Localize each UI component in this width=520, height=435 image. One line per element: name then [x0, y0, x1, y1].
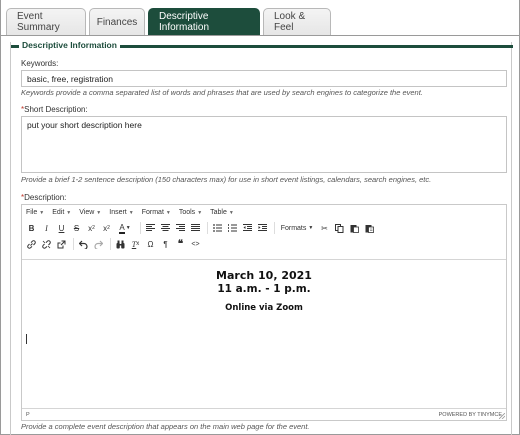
- editor-toolbar-row-1: B I U S x2 x2 A ▼ Formats ▼ ✂: [22, 220, 378, 236]
- blockquote-icon[interactable]: ❝: [174, 238, 187, 251]
- resize-handle-icon[interactable]: [499, 413, 505, 419]
- toolbar-separator: [110, 238, 111, 250]
- keywords-label: Keywords:: [21, 59, 59, 68]
- editor-toolbar-row-2: Tx Ω ¶ ❝ <>: [22, 236, 204, 252]
- subscript-icon[interactable]: x2: [85, 222, 98, 235]
- formats-label: Formats: [280, 224, 307, 232]
- align-center-icon[interactable]: [159, 222, 172, 235]
- superscript-icon[interactable]: x2: [100, 222, 113, 235]
- event-time: 11 a.m. - 1 p.m.: [217, 283, 311, 295]
- menu-view-label: View: [79, 208, 95, 216]
- menu-file[interactable]: File ▼: [26, 209, 44, 216]
- tab-event-summary[interactable]: Event Summary: [6, 8, 86, 35]
- toolbar-separator: [274, 222, 275, 234]
- keywords-input[interactable]: basic, free, registration: [21, 70, 507, 87]
- chevron-down-icon: ▼: [96, 209, 102, 216]
- description-label-text: Description:: [24, 193, 67, 202]
- menu-insert[interactable]: Insert ▼: [109, 209, 133, 216]
- show-blocks-icon[interactable]: ¶: [159, 238, 172, 251]
- menu-tools-label: Tools: [178, 208, 196, 216]
- text-color-icon[interactable]: A ▼: [115, 222, 135, 235]
- tab-divider: [0, 35, 520, 36]
- tab-finances[interactable]: Finances: [89, 8, 145, 35]
- toolbar-separator: [140, 222, 141, 234]
- element-path[interactable]: P: [26, 412, 30, 418]
- short-description-label: *Short Description:: [21, 105, 88, 114]
- menu-file-label: File: [26, 208, 38, 216]
- editor-content-area[interactable]: March 10, 2021 11 a.m. - 1 p.m. Online v…: [22, 259, 506, 409]
- copy-icon[interactable]: [333, 222, 346, 235]
- description-label: *Description:: [21, 193, 66, 202]
- strikethrough-icon[interactable]: S: [70, 222, 83, 235]
- chevron-down-icon: ▼: [66, 209, 72, 216]
- chevron-down-icon: ▼: [197, 209, 203, 216]
- paste-as-text-icon[interactable]: [363, 222, 376, 235]
- chevron-down-icon: ▼: [308, 225, 314, 231]
- menu-insert-label: Insert: [109, 208, 127, 216]
- text-cursor: [26, 334, 27, 344]
- toolbar-separator: [73, 238, 74, 250]
- numbered-list-icon[interactable]: [226, 222, 239, 235]
- short-description-hint: Provide a brief 1-2 sentence description…: [21, 175, 432, 184]
- short-description-label-text: Short Description:: [24, 105, 88, 114]
- description-hint: Provide a complete event description tha…: [21, 422, 310, 431]
- rich-text-editor: File ▼ Edit ▼ View ▼ Insert ▼ Format ▼ Tools ▼…: [21, 204, 507, 421]
- cut-icon[interactable]: ✂: [318, 222, 331, 235]
- menu-format[interactable]: Format ▼: [142, 209, 171, 216]
- tab-look-and-feel[interactable]: Look & Feel: [263, 8, 331, 35]
- align-left-icon[interactable]: [144, 222, 157, 235]
- chevron-down-icon: ▼: [39, 209, 45, 216]
- align-right-icon[interactable]: [174, 222, 187, 235]
- italic-icon[interactable]: I: [40, 222, 53, 235]
- menu-tools[interactable]: Tools ▼: [179, 209, 202, 216]
- menu-edit[interactable]: Edit ▼: [52, 209, 71, 216]
- outdent-icon[interactable]: [241, 222, 254, 235]
- open-link-icon[interactable]: [55, 238, 68, 251]
- align-justify-icon[interactable]: [189, 222, 202, 235]
- short-description-textarea[interactable]: put your short description here: [21, 116, 507, 173]
- unlink-icon[interactable]: [40, 238, 53, 251]
- paste-icon[interactable]: [348, 222, 361, 235]
- toolbar-separator: [207, 222, 208, 234]
- editor-statusbar: P POWERED BY TINYMCE: [22, 408, 506, 420]
- indent-icon[interactable]: [256, 222, 269, 235]
- menu-format-label: Format: [141, 208, 164, 216]
- find-replace-icon[interactable]: [114, 238, 127, 251]
- menu-view[interactable]: View ▼: [79, 209, 101, 216]
- tab-bar: Event Summary Finances Descriptive Infor…: [6, 8, 331, 35]
- link-icon[interactable]: [25, 238, 38, 251]
- clear-formatting-icon[interactable]: Tx: [129, 238, 142, 251]
- menu-table-label: Table: [210, 208, 227, 216]
- section-header: Descriptive Information: [11, 40, 513, 52]
- powered-by-tinymce[interactable]: POWERED BY TINYMCE: [439, 412, 502, 418]
- chevron-down-icon: ▼: [128, 209, 134, 216]
- chevron-down-icon: ▼: [165, 209, 171, 216]
- underline-icon[interactable]: U: [55, 222, 68, 235]
- redo-icon[interactable]: [92, 238, 105, 251]
- undo-icon[interactable]: [77, 238, 90, 251]
- event-date: March 10, 2021: [216, 269, 312, 282]
- event-location: Online via Zoom: [225, 303, 303, 313]
- special-character-icon[interactable]: Ω: [144, 238, 157, 251]
- tab-descriptive-information[interactable]: Descriptive Information: [148, 8, 260, 35]
- section-title: Descriptive Information: [19, 40, 120, 50]
- descriptive-information-panel: Descriptive Information Keywords: basic,…: [10, 40, 513, 435]
- formats-dropdown[interactable]: Formats ▼: [278, 222, 316, 235]
- bullet-list-icon[interactable]: [211, 222, 224, 235]
- menu-table[interactable]: Table ▼: [210, 209, 234, 216]
- source-code-icon[interactable]: <>: [189, 238, 202, 251]
- editor-menubar: File ▼ Edit ▼ View ▼ Insert ▼ Format ▼ Tools ▼…: [22, 205, 506, 219]
- keywords-hint: Keywords provide a comma separated list …: [21, 88, 423, 97]
- menu-edit-label: Edit: [52, 208, 65, 216]
- chevron-down-icon: ▼: [228, 209, 234, 216]
- bold-icon[interactable]: B: [25, 222, 38, 235]
